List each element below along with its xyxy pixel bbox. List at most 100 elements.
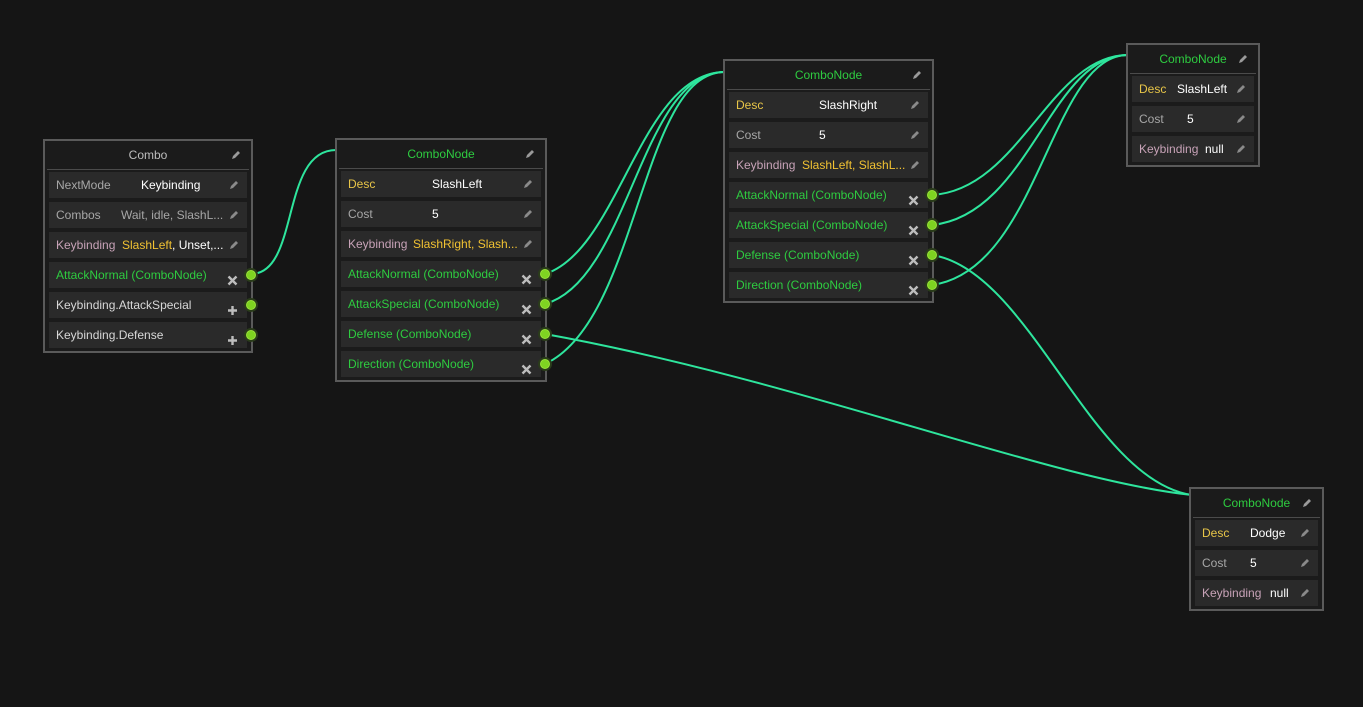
combonode-slashleft-2[interactable]: ComboNode Desc SlashLeft Cost 5 Keybindi…	[1126, 43, 1260, 167]
remove-icon[interactable]	[908, 189, 919, 206]
field-value[interactable]: SlashLeft, SlashL...	[802, 152, 905, 178]
edit-icon[interactable]	[231, 150, 241, 160]
field-value[interactable]: 5	[1250, 550, 1257, 576]
output-defense[interactable]: Defense (ComboNode)	[729, 242, 939, 268]
edit-icon[interactable]	[523, 209, 533, 219]
field-value[interactable]: 5	[1187, 106, 1194, 132]
field-label: Keybinding	[1202, 586, 1262, 600]
output-attacknormal[interactable]: AttackNormal (ComboNode)	[729, 182, 939, 208]
remove-icon[interactable]	[908, 249, 919, 266]
output-label: AttackNormal (ComboNode)	[56, 268, 207, 282]
field-desc[interactable]: Desc SlashLeft	[1132, 76, 1254, 102]
value-part: , Unset,...	[172, 238, 224, 252]
output-attackspecial[interactable]: Keybinding.AttackSpecial	[49, 292, 258, 318]
edit-icon[interactable]	[523, 239, 533, 249]
remove-icon[interactable]	[908, 279, 919, 296]
edit-icon[interactable]	[1236, 144, 1246, 154]
edit-icon[interactable]	[1238, 54, 1248, 64]
field-desc[interactable]: Desc SlashRight	[729, 92, 928, 118]
edit-icon[interactable]	[910, 160, 920, 170]
combonode-dodge[interactable]: ComboNode Desc Dodge Cost 5 Keybinding n…	[1189, 487, 1324, 611]
field-value[interactable]: 5	[819, 122, 826, 148]
output-port[interactable]	[925, 188, 939, 202]
field-value[interactable]: Keybinding	[141, 172, 200, 198]
field-value[interactable]: SlashLeft, Unset,...	[122, 232, 223, 258]
field-label: Desc	[348, 177, 376, 191]
field-label: Desc	[736, 98, 764, 112]
output-direction[interactable]: Direction (ComboNode)	[341, 351, 552, 377]
field-desc[interactable]: Desc SlashLeft	[341, 171, 541, 197]
output-direction[interactable]: Direction (ComboNode)	[729, 272, 939, 298]
edit-icon[interactable]	[229, 210, 239, 220]
edit-icon[interactable]	[1300, 588, 1310, 598]
field-cost[interactable]: Cost 5	[341, 201, 541, 227]
output-port[interactable]	[925, 248, 939, 262]
node-header[interactable]: ComboNode	[727, 61, 930, 90]
field-value[interactable]: null	[1205, 136, 1224, 162]
add-icon[interactable]	[227, 329, 238, 345]
remove-icon[interactable]	[227, 269, 238, 286]
output-defense[interactable]: Keybinding.Defense	[49, 322, 258, 348]
field-keybinding[interactable]: Keybinding null	[1132, 136, 1254, 162]
remove-icon[interactable]	[521, 268, 532, 285]
output-port[interactable]	[538, 357, 552, 371]
node-header[interactable]: Combo	[47, 141, 249, 170]
field-value[interactable]: SlashLeft	[1177, 76, 1227, 102]
output-port[interactable]	[538, 327, 552, 341]
edit-icon[interactable]	[910, 100, 920, 110]
field-value[interactable]: SlashRight	[819, 92, 877, 118]
remove-icon[interactable]	[521, 358, 532, 375]
remove-icon[interactable]	[521, 328, 532, 345]
output-port[interactable]	[244, 298, 258, 312]
field-value[interactable]: 5	[432, 201, 439, 227]
output-defense[interactable]: Defense (ComboNode)	[341, 321, 552, 347]
combonode-slashright[interactable]: ComboNode Desc SlashRight Cost 5 Keybind…	[723, 59, 939, 303]
edit-icon[interactable]	[1236, 84, 1246, 94]
edit-icon[interactable]	[229, 180, 239, 190]
edit-icon[interactable]	[523, 179, 533, 189]
output-port[interactable]	[925, 218, 939, 232]
field-value[interactable]: SlashLeft	[432, 171, 482, 197]
output-attackspecial[interactable]: AttackSpecial (ComboNode)	[341, 291, 552, 317]
output-port[interactable]	[244, 328, 258, 342]
field-value[interactable]: Wait, idle, SlashL...	[121, 202, 223, 228]
field-value[interactable]: Dodge	[1250, 520, 1285, 546]
field-nextmode[interactable]: NextMode Keybinding	[49, 172, 247, 198]
field-cost[interactable]: Cost 5	[729, 122, 928, 148]
node-header[interactable]: ComboNode	[1130, 45, 1256, 74]
edit-icon[interactable]	[1300, 528, 1310, 538]
edit-icon[interactable]	[525, 149, 535, 159]
output-attacknormal[interactable]: AttackNormal (ComboNode)	[341, 261, 552, 287]
combo-node[interactable]: Combo NextMode Keybinding Combos Wait, i…	[43, 139, 258, 353]
combonode-slashleft[interactable]: ComboNode Desc SlashLeft Cost 5 Keybindi…	[335, 138, 552, 382]
output-port[interactable]	[925, 278, 939, 292]
edit-icon[interactable]	[229, 240, 239, 250]
field-keybinding[interactable]: Keybinding SlashLeft, Unset,...	[49, 232, 247, 258]
output-attacknormal[interactable]: AttackNormal (ComboNode)	[49, 262, 258, 288]
field-desc[interactable]: Desc Dodge	[1195, 520, 1318, 546]
edit-icon[interactable]	[1300, 558, 1310, 568]
wire-node1-attacknormal-to-node2	[544, 71, 726, 275]
node-header[interactable]: ComboNode	[1193, 489, 1320, 518]
edit-icon[interactable]	[910, 130, 920, 140]
field-cost[interactable]: Cost 5	[1195, 550, 1318, 576]
output-label: Direction (ComboNode)	[348, 357, 475, 371]
field-keybinding[interactable]: Keybinding null	[1195, 580, 1318, 606]
field-keybinding[interactable]: Keybinding SlashRight, Slash...	[341, 231, 541, 257]
field-combos[interactable]: Combos Wait, idle, SlashL...	[49, 202, 247, 228]
field-cost[interactable]: Cost 5	[1132, 106, 1254, 132]
node-header[interactable]: ComboNode	[339, 140, 543, 169]
field-value[interactable]: null	[1270, 580, 1289, 606]
remove-icon[interactable]	[521, 298, 532, 315]
field-keybinding[interactable]: Keybinding SlashLeft, SlashL...	[729, 152, 928, 178]
edit-icon[interactable]	[912, 70, 922, 80]
output-port[interactable]	[538, 297, 552, 311]
output-attackspecial[interactable]: AttackSpecial (ComboNode)	[729, 212, 939, 238]
edit-icon[interactable]	[1236, 114, 1246, 124]
output-port[interactable]	[538, 267, 552, 281]
remove-icon[interactable]	[908, 219, 919, 236]
add-icon[interactable]	[227, 299, 238, 315]
field-value[interactable]: SlashRight, Slash...	[413, 231, 518, 257]
output-port[interactable]	[244, 268, 258, 282]
edit-icon[interactable]	[1302, 498, 1312, 508]
